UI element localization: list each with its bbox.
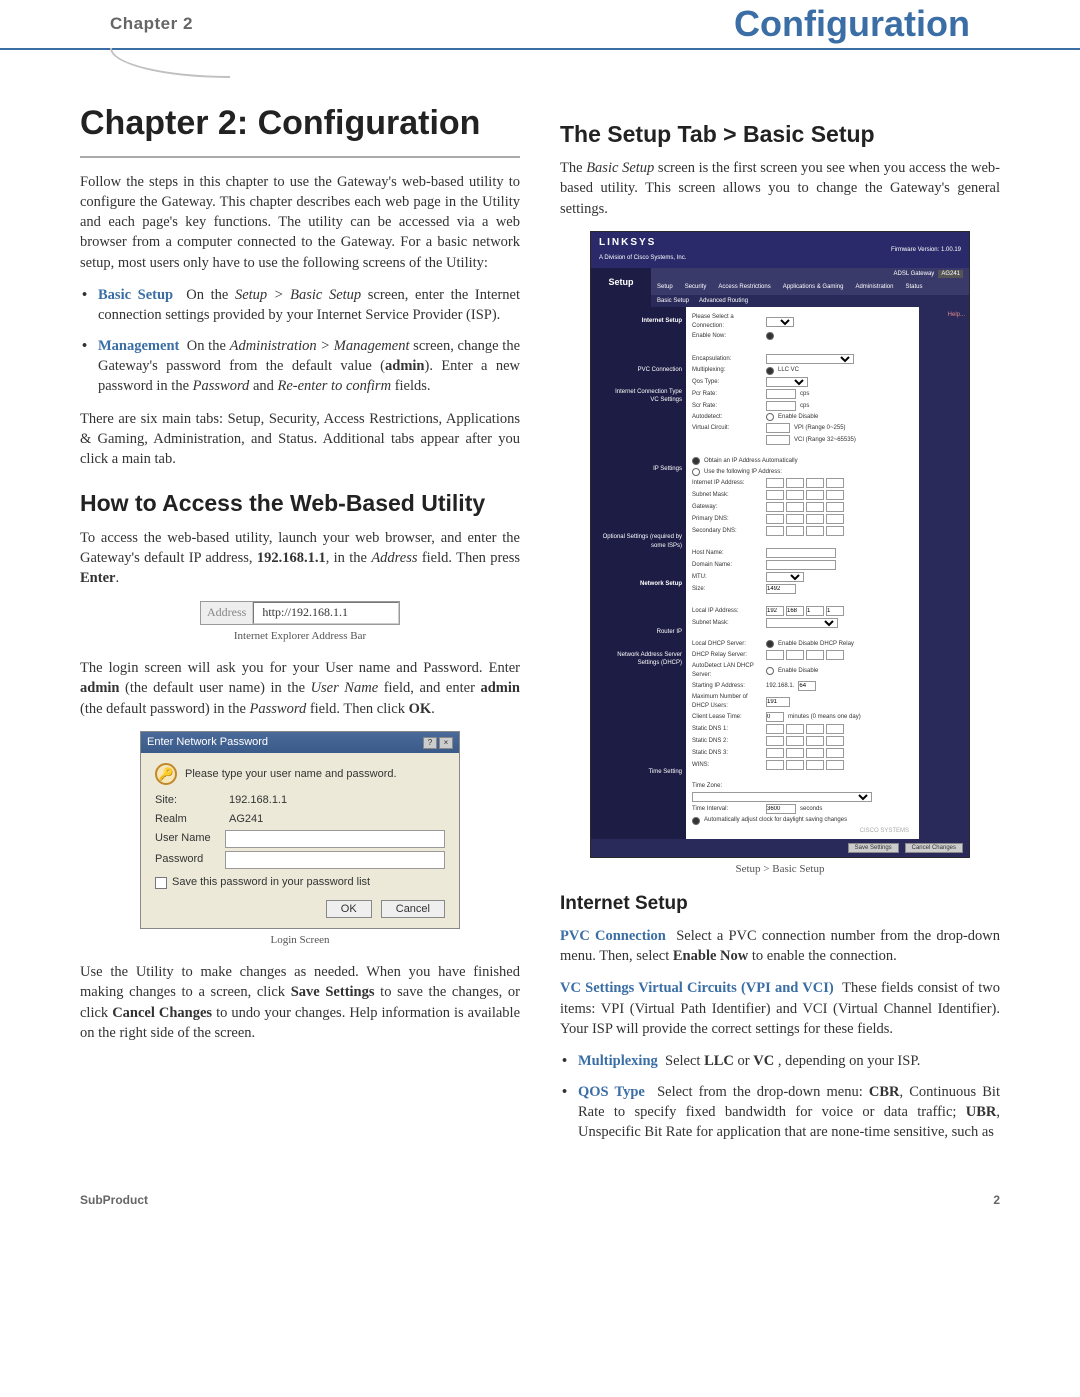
right-column: The Setup Tab > Basic Setup The Basic Se… <box>560 100 1000 1155</box>
main-tabs: Setup Security Access Restrictions Appli… <box>651 280 969 294</box>
setup-tab-label: Setup <box>591 268 651 307</box>
tab-setup[interactable]: Setup <box>651 280 679 294</box>
ok-button[interactable]: OK <box>326 900 372 918</box>
page-header: Chapter 2 Configuration <box>0 0 1080 50</box>
help-link[interactable]: Help... <box>923 311 965 319</box>
page-footer: SubProduct 2 <box>0 1185 1080 1227</box>
page-content: Chapter 2: Configuration Follow the step… <box>0 50 1080 1185</box>
footer-page-number: 2 <box>993 1193 1000 1207</box>
tab-status[interactable]: Status <box>899 280 928 294</box>
tab-apps[interactable]: Applications & Gaming <box>777 280 850 294</box>
shot-caption: Setup > Basic Setup <box>560 862 1000 877</box>
login-site-row: Site: 192.168.1.1 <box>155 793 445 808</box>
login-realm-row: Realm AG241 <box>155 812 445 827</box>
login-body: 🔑 Please type your user name and passwor… <box>141 753 459 928</box>
login-paragraph: The login screen will ask you for your U… <box>80 658 520 719</box>
encapsulation-select[interactable] <box>766 354 854 364</box>
login-buttons: OK Cancel <box>155 896 445 917</box>
heading-internet-setup: Internet Setup <box>560 891 1000 918</box>
intro-bullets: Basic Setup On the Setup > Basic Setup s… <box>80 285 520 396</box>
vc-paragraph: VC Settings Virtual Circuits (VPI and VC… <box>560 978 1000 1039</box>
login-caption: Login Screen <box>80 933 520 948</box>
login-titlebar: Enter Network Password ? × <box>141 732 459 753</box>
tab-access[interactable]: Access Restrictions <box>712 280 776 294</box>
timezone-select[interactable] <box>692 792 872 802</box>
tab-admin[interactable]: Administration <box>849 280 899 294</box>
bullet-multiplexing: Multiplexing Select LLC or VC , dependin… <box>578 1051 1000 1071</box>
shot-main: Please Select a Connection: Enable Now: … <box>686 307 919 839</box>
subtab-basic-setup[interactable]: Basic Setup <box>657 297 689 305</box>
close-icon[interactable]: × <box>439 737 453 749</box>
login-username-row: User Name <box>155 830 445 848</box>
shot-sidebar: Internet Setup PVC Connection Internet C… <box>591 307 686 839</box>
access-paragraph: To access the web-based utility, launch … <box>80 528 520 589</box>
tabs-paragraph: There are six main tabs: Setup, Security… <box>80 409 520 470</box>
intro-paragraph: Follow the steps in this chapter to use … <box>80 172 520 273</box>
shot-savebar: Save Settings Cancel Changes <box>591 839 969 857</box>
heading-access-utility: How to Access the Web-Based Utility <box>80 487 520 519</box>
basic-setup-screenshot: LINKSYS A Division of Cisco Systems, Inc… <box>590 231 970 858</box>
login-title-text: Enter Network Password <box>147 735 268 750</box>
enable-now-checkbox[interactable] <box>766 332 774 340</box>
heading-setup-tab: The Setup Tab > Basic Setup <box>560 118 1000 150</box>
window-buttons: ? × <box>423 737 453 749</box>
brand-bar: LINKSYS A Division of Cisco Systems, Inc… <box>591 232 969 268</box>
vc-bullets: Multiplexing Select LLC or VC , dependin… <box>560 1051 1000 1142</box>
address-label: Address <box>201 602 253 624</box>
left-column: Chapter 2: Configuration Follow the step… <box>80 100 520 1155</box>
save-settings-button[interactable]: Save Settings <box>848 843 899 853</box>
qos-select[interactable] <box>766 377 808 387</box>
password-input[interactable] <box>225 851 445 869</box>
address-bar-caption: Internet Explorer Address Bar <box>80 629 520 644</box>
login-dialog: Enter Network Password ? × 🔑 Please type… <box>140 731 460 929</box>
cancel-button[interactable]: Cancel <box>381 900 445 918</box>
cancel-changes-button[interactable]: Cancel Changes <box>905 843 963 853</box>
help-icon[interactable]: ? <box>423 737 437 749</box>
key-icon: 🔑 <box>155 763 177 785</box>
tab-security[interactable]: Security <box>679 280 713 294</box>
setup-intro: The Basic Setup screen is the first scre… <box>560 158 1000 219</box>
save-password-row: Save this password in your password list <box>155 875 445 890</box>
pvc-paragraph: PVC Connection Select a PVC connection n… <box>560 926 1000 967</box>
shot-help-column: Help... <box>919 307 969 839</box>
subtab-adv-routing[interactable]: Advanced Routing <box>699 297 748 305</box>
save-password-checkbox[interactable] <box>155 877 167 889</box>
pvc-select[interactable] <box>766 317 794 327</box>
address-bar-image: Address http://192.168.1.1 <box>200 601 400 625</box>
address-url: http://192.168.1.1 <box>253 602 399 624</box>
footer-product: SubProduct <box>80 1193 148 1207</box>
config-header-title: Configuration <box>734 3 970 45</box>
bullet-basic-setup: Basic Setup On the Setup > Basic Setup s… <box>98 285 520 326</box>
shot-body: Internet Setup PVC Connection Internet C… <box>591 307 969 839</box>
username-input[interactable] <box>225 830 445 848</box>
login-password-row: Password <box>155 851 445 869</box>
chapter-title: Chapter 2: Configuration <box>80 100 520 158</box>
final-paragraph: Use the Utility to make changes as neede… <box>80 962 520 1043</box>
tab-area: Setup ADSL Gateway AG241 Setup Security … <box>591 268 969 307</box>
login-prompt: 🔑 Please type your user name and passwor… <box>155 763 445 785</box>
sub-tabs: Basic Setup Advanced Routing <box>651 295 969 307</box>
bullet-qos: QOS Type Select from the drop-down menu:… <box>578 1082 1000 1143</box>
bullet-management: Management On the Administration > Manag… <box>98 336 520 397</box>
chapter-number-label: Chapter 2 <box>110 14 193 34</box>
